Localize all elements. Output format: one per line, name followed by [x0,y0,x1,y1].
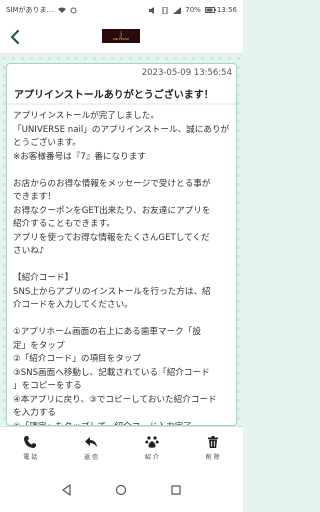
message-card: 2023-05-09 13:56:54 アプリインストールありがとうございます！… [6,63,237,426]
system-recents-icon[interactable] [170,484,182,496]
message-line: さいね♪ [13,246,45,256]
message-line: お得なクーポンをGET出来たり、お友達にアプリを [13,205,211,216]
system-back-icon[interactable] [61,484,73,496]
system-nav-bar [0,468,243,512]
app-header: j UNIVERSE [0,20,243,54]
message-line: 定」をタップ [13,340,65,351]
chevron-left-icon [10,30,20,44]
message-line: ①アプリホーム画面の右上にある歯車マーク「設 [13,327,201,337]
trash-icon [207,435,218,448]
brand-logo: j UNIVERSE [102,29,140,43]
message-line: ②「紹介コード」の項目をタップ [13,354,142,364]
message-title: アプリインストールありがとうございます！ [14,90,214,101]
settings-icon [70,7,78,14]
nav-reply-button[interactable]: 返 信 [61,427,122,468]
message-line: できます！ [13,192,56,202]
message-line: ※お客様番号は『7』番になります [13,151,146,162]
logo-text: UNIVERSE [112,36,130,41]
message-line: 」をコピーをする [13,381,82,391]
nav-delete-button[interactable]: 削 除 [182,427,243,468]
message-line: を入力する [13,408,56,418]
message-line [13,313,233,327]
sound-icon [149,7,157,14]
message-line: 「UNIVERSE nail」のアプリインストール、誠にありが [13,124,230,135]
nav-share-label: 紹 介 [144,453,159,461]
battery-percent: 70% [185,6,201,14]
status-bar: SIMがありま… 70% 13:56 [0,0,243,20]
carrier-label: SIMがありま… [6,6,54,14]
bottom-nav: 電 話 返 信 紹 介 削 除 [0,426,243,468]
nav-delete-label: 削 除 [205,453,220,461]
message-body: アプリインストールが完了しました。「UNIVERSE nail」のアプリインスト… [13,110,233,425]
wifi-icon [57,7,66,13]
message-line: とうございます。 [13,138,81,148]
message-line: 【紹介コード】 [13,273,74,283]
paw-icon [145,435,159,448]
divider [7,103,236,105]
clock: 13:56 [216,6,237,14]
message-line [13,259,233,273]
vibrate-icon [161,6,169,15]
message-line: 紹介することもできます。 [13,219,115,229]
back-arrow-icon [85,436,98,447]
message-line: ③SNS画面へ移動し、記載されている「紹介コード [13,367,210,378]
nav-share-button[interactable]: 紹 介 [122,427,183,468]
message-line [13,164,233,178]
system-home-icon[interactable] [115,484,127,496]
phone-icon [24,435,37,448]
battery-icon [204,7,216,13]
message-line: 介コードを入力してください。 [13,300,133,310]
nav-call-label: 電 話 [23,453,38,461]
nav-reply-label: 返 信 [84,453,99,461]
message-line: アプリインストールが完了しました。 [13,111,159,121]
message-line: SNS上からアプリのインストールを行った方は、紹 [13,286,211,297]
message-line: アプリを使ってお得な情報をたくさんGETしてくだ [13,232,210,243]
back-button[interactable] [6,27,24,47]
message-line: ④本アプリに戻り、③でコピーしておいた紹介コード [13,394,217,405]
message-line: お店からのお得な情報をメッセージで受けとる事が [13,178,211,189]
message-timestamp: 2023-05-09 13:56:54 [141,68,232,78]
nav-call-button[interactable]: 電 話 [0,427,61,468]
signal-icon [173,7,182,14]
